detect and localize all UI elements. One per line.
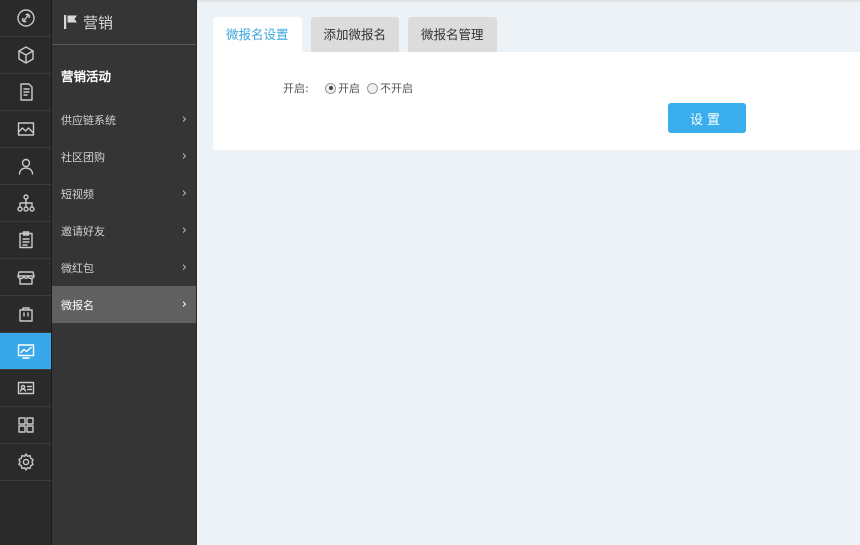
flag-icon [64,15,77,29]
chevron-right-icon: › [181,112,187,127]
document-icon [19,83,33,101]
submenu-header: 营销 [52,0,196,45]
enable-label: 开启: [283,82,309,95]
tab-manage-registration[interactable]: 微报名管理 [408,17,497,53]
menu-item-label: 邀请好友 [61,224,105,238]
radio-disable[interactable]: 不开启 [367,80,413,96]
chart-monitor-icon [17,344,34,359]
gear-icon [17,453,34,471]
marketing-submenu: 营销 营销活动 供应链系统 › 社区团购 › 短视频 › 邀请好友 › 微红包 … [52,0,197,545]
user-icon [18,158,33,175]
rail-item-distribution[interactable] [0,185,51,222]
menu-item-label: 微报名 [61,298,94,312]
menu-item-label: 供应链系统 [61,113,116,127]
icon-rail [0,0,52,545]
tab-add-registration[interactable]: 添加微报名 [310,17,400,53]
rail-item-tasks[interactable] [0,222,51,259]
menu-item-label: 短视频 [61,187,94,201]
rail-item-settings[interactable] [0,444,51,481]
settings-panel: 开启: 开启 不开启 设置 [213,52,860,150]
link-circle-icon [16,9,35,27]
rail-item-marketing[interactable] [0,333,51,370]
rail-item-orders[interactable] [0,74,51,111]
submenu-title: 营销 [83,13,114,32]
rail-item-shop[interactable] [0,296,51,333]
settings-submit-button[interactable]: 设置 [668,103,746,133]
rail-item-products[interactable] [0,37,51,74]
rail-item-members[interactable] [0,148,51,185]
clipboard-icon [18,231,33,249]
tab-bar: 微报名设置 添加微报名 微报名管理 [213,17,506,53]
rail-item-store[interactable] [0,259,51,296]
chevron-right-icon: › [181,223,187,238]
image-icon [17,122,34,136]
menu-item-invite-friends[interactable]: 邀请好友 › [52,212,196,249]
menu-item-red-packet[interactable]: 微红包 › [52,249,196,286]
menu-item-short-video[interactable]: 短视频 › [52,175,196,212]
chevron-right-icon: › [181,149,187,164]
radio-enable-label: 开启 [338,82,360,95]
rail-item-apps[interactable] [0,407,51,444]
rail-item-media[interactable] [0,111,51,148]
main-content: 微报名设置 添加微报名 微报名管理 开启: 开启 不开启 设置 [197,0,860,545]
menu-group-title: 营销活动 [61,69,112,84]
radio-dot-icon [367,82,378,94]
rail-item-link[interactable] [0,0,51,37]
radio-dot-icon [325,82,336,94]
tab-registration-settings[interactable]: 微报名设置 [213,17,302,53]
org-tree-icon [16,194,35,212]
id-card-icon [17,381,34,395]
menu-item-group-buy[interactable]: 社区团购 › [52,138,196,175]
rail-item-cards[interactable] [0,370,51,407]
radio-disable-label: 不开启 [380,82,413,95]
radio-enable[interactable]: 开启 [325,80,360,96]
menu-item-registration[interactable]: 微报名 › [52,286,196,323]
bag-icon [18,307,33,322]
chevron-right-icon: › [181,186,187,201]
chevron-right-icon: › [181,297,187,312]
menu-item-supply-chain[interactable]: 供应链系统 › [52,101,196,138]
menu-item-label: 微红包 [61,261,94,275]
grid-icon [17,417,34,433]
menu-item-label: 社区团购 [61,150,105,164]
box-icon [17,46,34,64]
store-icon [16,271,35,285]
chevron-right-icon: › [181,260,187,275]
